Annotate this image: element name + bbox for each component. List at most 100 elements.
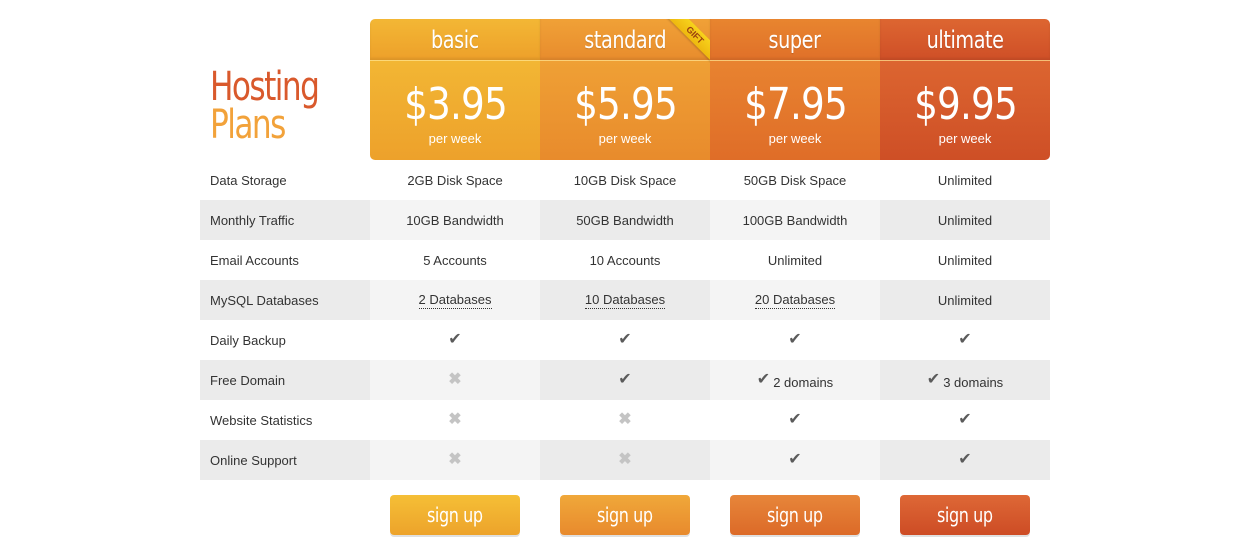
feature-value: Unlimited [767, 252, 823, 268]
feature-value: Unlimited [937, 212, 993, 228]
feature-label: Email Accounts [210, 252, 299, 268]
signup-basic-button[interactable]: sign up [390, 495, 520, 535]
feature-value: 100GB Bandwidth [742, 212, 848, 228]
feature-cell: 20 Databases [710, 280, 880, 320]
feature-cell: 10 Databases [540, 280, 710, 320]
feature-cell: ✔ [540, 320, 710, 360]
feature-row: MySQL Databases 2 Databases 10 Databases 20… [200, 280, 1050, 320]
plan-period: per week [938, 131, 992, 146]
signup-super-button[interactable]: sign up [730, 495, 860, 535]
feature-label: Free Domain [200, 360, 370, 400]
feature-cell: ✔ [710, 440, 880, 480]
feature-row: Data Storage 2GB Disk Space 10GB Disk Spac… [200, 160, 1050, 200]
plans-header: basic $3.95 per week standard $5.95 per … [370, 19, 1050, 160]
plan-period: per week [768, 131, 822, 146]
feature-cell: 10GB Disk Space [540, 160, 710, 200]
check-icon: ✔ [958, 411, 972, 428]
feature-value: 5 Accounts [423, 252, 487, 268]
feature-label: MySQL Databases [200, 280, 370, 320]
plan-period: per week [598, 131, 652, 146]
feature-cell: ✔ [710, 320, 880, 360]
feature-cell: 50GB Bandwidth [540, 200, 710, 240]
feature-cell: 100GB Bandwidth [710, 200, 880, 240]
feature-value-tooltip[interactable]: 10 Databases [584, 292, 666, 309]
plan-basic-header: basic $3.95 per week [370, 19, 540, 160]
feature-value: 2 domains [773, 374, 834, 390]
feature-cell: Unlimited [880, 240, 1050, 280]
plan-standard-header: standard $5.95 per week GIFT [540, 19, 710, 160]
feature-cell: ✔ [880, 320, 1050, 360]
feature-cell: ✔ [370, 320, 540, 360]
feature-value: Unlimited [937, 252, 993, 268]
feature-row: Email Accounts 5 Accounts 10 Accounts Unlim… [200, 240, 1050, 280]
feature-row: Daily Backup ✔ ✔ ✔ ✔ [200, 320, 1050, 360]
feature-cell: Unlimited [880, 200, 1050, 240]
check-icon: ✔ [618, 331, 632, 348]
signup-ultimate-button[interactable]: sign up [900, 495, 1030, 535]
page-title-line1: Hosting [210, 64, 320, 110]
plan-price: $9.95 [913, 79, 1018, 130]
feature-value: 10GB Disk Space [573, 172, 677, 188]
check-icon: ✔ [618, 371, 632, 388]
plan-name: super [768, 25, 822, 54]
signup-standard-button[interactable]: sign up [560, 495, 690, 535]
check-icon: ✔ [926, 371, 941, 388]
cross-icon: ✖ [448, 371, 462, 388]
feature-value: 10 Accounts [589, 252, 661, 268]
features-table: Data Storage 2GB Disk Space 10GB Disk Spac… [200, 160, 1050, 480]
feature-cell: 2 Databases [370, 280, 540, 320]
plan-price: $7.95 [743, 79, 848, 130]
feature-cell: ✔ [710, 400, 880, 440]
feature-value: 3 domains [943, 374, 1004, 390]
cross-icon: ✖ [448, 411, 462, 428]
check-icon: ✔ [448, 331, 462, 348]
feature-cell: ✖ [370, 440, 540, 480]
plan-name: basic [431, 25, 479, 54]
cross-icon: ✖ [618, 451, 632, 468]
check-icon: ✔ [788, 331, 802, 348]
feature-label: Monthly Traffic [200, 200, 370, 240]
check-icon: ✔ [958, 451, 972, 468]
page-title: Hosting Plans [210, 64, 320, 148]
feature-cell: 5 Accounts [370, 240, 540, 280]
cross-icon: ✖ [618, 411, 632, 428]
check-icon: ✔ [756, 371, 771, 388]
feature-cell: ✔ 2 domains [710, 360, 880, 400]
gift-ribbon-badge: GIFT [666, 19, 710, 63]
feature-cell: ✔ [540, 360, 710, 400]
feature-row: Online Support ✖ ✖ ✔ ✔ [200, 440, 1050, 480]
plan-name: ultimate [926, 25, 1004, 54]
feature-cell: ✖ [370, 360, 540, 400]
plan-super-header: super $7.95 per week [710, 19, 880, 160]
feature-cell: 50GB Disk Space [710, 160, 880, 200]
check-icon: ✔ [788, 451, 802, 468]
feature-value: 2GB Disk Space [407, 172, 503, 188]
feature-label: Website Statistics [210, 412, 313, 428]
feature-cell: 2GB Disk Space [370, 160, 540, 200]
feature-cell: ✔ [880, 440, 1050, 480]
feature-cell: ✖ [540, 400, 710, 440]
feature-value: Unlimited [937, 172, 993, 188]
plan-price: $5.95 [573, 79, 678, 130]
feature-value: 10GB Bandwidth [406, 212, 504, 228]
feature-cell: ✔ [880, 400, 1050, 440]
page-title-line2: Plans [210, 102, 286, 148]
feature-row: Monthly Traffic 10GB Bandwidth 50GB Bandwi… [200, 200, 1050, 240]
feature-value: 50GB Disk Space [743, 172, 847, 188]
plan-name: standard [584, 25, 666, 54]
plan-ultimate-header: ultimate $9.95 per week [880, 19, 1050, 160]
feature-value: 50GB Bandwidth [576, 212, 674, 228]
feature-cell: Unlimited [880, 160, 1050, 200]
feature-cell: Unlimited [880, 280, 1050, 320]
feature-label: Online Support [200, 440, 370, 480]
feature-cell: ✔ 3 domains [880, 360, 1050, 400]
signup-buttons-row: sign up sign up sign up sign up [370, 495, 1050, 535]
feature-value: Unlimited [937, 292, 993, 308]
feature-cell: ✖ [540, 440, 710, 480]
check-icon: ✔ [788, 411, 802, 428]
feature-value-tooltip[interactable]: 20 Databases [754, 292, 836, 309]
feature-value-tooltip[interactable]: 2 Databases [418, 292, 492, 309]
plan-price: $3.95 [403, 79, 508, 130]
feature-cell: ✖ [370, 400, 540, 440]
feature-label: Data Storage [210, 172, 287, 188]
